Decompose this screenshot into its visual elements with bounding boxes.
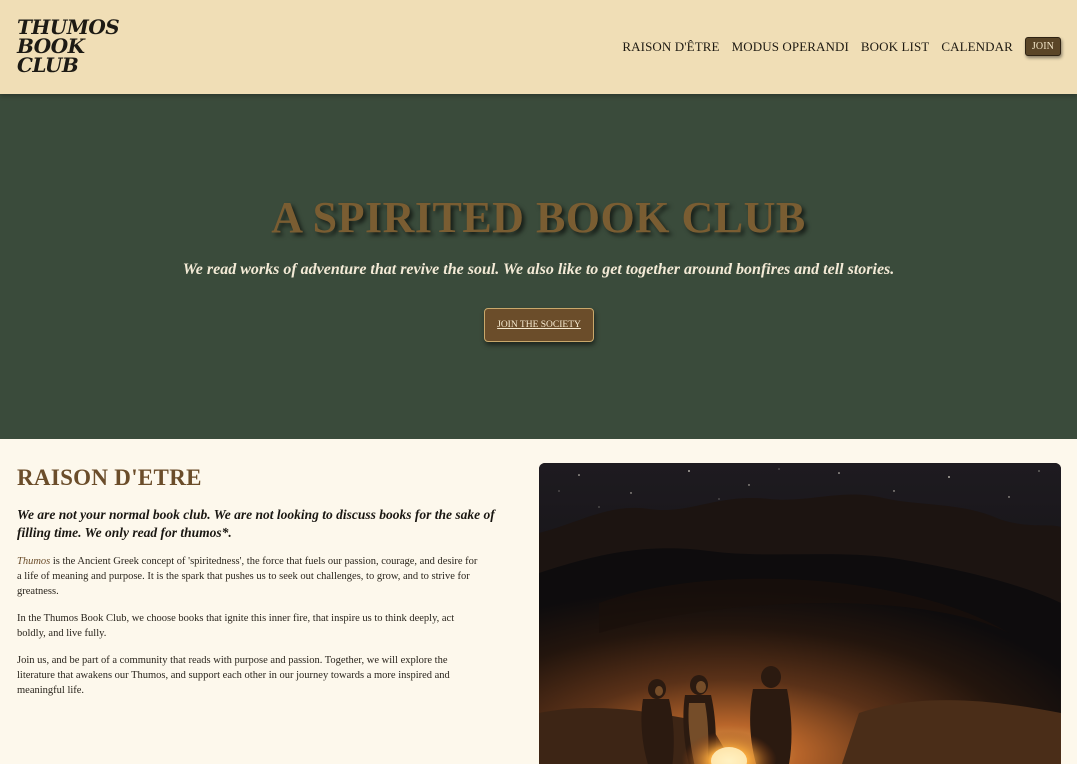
section-title: RAISON D'ETRE xyxy=(17,465,202,490)
join-society-button[interactable]: JOIN THE SOCIETY xyxy=(484,308,594,342)
nav-link-raison-detre[interactable]: RAISON D'ÊTRE xyxy=(622,39,719,55)
logo-line: CLUB xyxy=(17,53,79,77)
paragraph-books: In the Thumos Book Club, we choose books… xyxy=(17,613,455,639)
hero-title: A SPIRITED BOOK CLUB xyxy=(271,193,806,242)
site-logo[interactable]: THUMOS BOOK CLUB xyxy=(17,17,120,77)
hero-subtitle: We read works of adventure that revive t… xyxy=(182,261,895,278)
hero-section: A SPIRITED BOOK CLUB We read works of ad… xyxy=(0,94,1077,439)
campfire-photo xyxy=(539,463,1061,764)
nav-link-calendar[interactable]: CALENDAR xyxy=(941,39,1013,55)
main-nav: RAISON D'ÊTRE MODUS OPERANDI BOOK LIST C… xyxy=(610,37,1061,56)
paragraph-thumos: Thumos is the Ancient Greek concept of '… xyxy=(17,554,482,599)
paragraph-join: Join us, and be part of a community that… xyxy=(17,655,450,696)
nav-link-book-list[interactable]: BOOK LIST xyxy=(861,39,929,55)
nav-link-modus-operandi[interactable]: MODUS OPERANDI xyxy=(732,39,849,55)
thumos-term: Thumos xyxy=(17,556,51,567)
site-header: THUMOS BOOK CLUB RAISON D'ÊTRE MODUS OPE… xyxy=(0,0,1077,94)
raison-detre-section: RAISON D'ETRE We are not your normal boo… xyxy=(0,439,1077,764)
section-lead: We are not your normal book club. We are… xyxy=(17,507,495,540)
paragraph-text: is the Ancient Greek concept of 'spirite… xyxy=(17,556,478,597)
join-button[interactable]: JOIN xyxy=(1024,37,1061,56)
